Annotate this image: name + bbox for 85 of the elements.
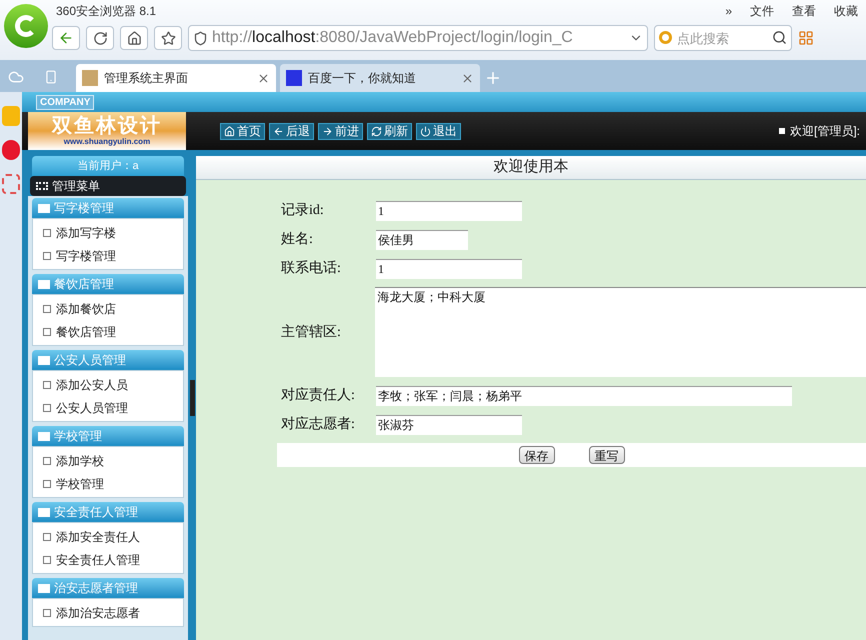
page-icon [43,456,51,464]
welcome-text: 欢迎[管理员]: [790,123,861,140]
address-field[interactable]: http://localhost:8080/JavaWebProject/login/login_C [188,25,648,51]
group-icon [38,280,50,288]
nav-button[interactable]: 首页 [220,122,265,140]
menu-item[interactable]: 添加安全责任人 [33,525,183,548]
menu-item[interactable]: 公安人员管理 [33,396,183,419]
reload-button[interactable] [86,26,114,50]
textarea-field[interactable]: 海龙大厦；中科大厦 [375,287,866,377]
tab-favicon [286,70,302,86]
nav-button[interactable]: 退出 [416,122,461,140]
arrow-left-icon [58,30,74,46]
close-icon[interactable] [257,72,270,84]
reload-icon [92,30,108,46]
menu-title-bar: 管理菜单 [30,176,186,196]
window-title: 360安全浏览器 8.1 [56,3,156,20]
page-icon [43,380,51,388]
menu-item[interactable]: 安全责任人管理 [33,548,183,571]
menu-item[interactable]: 收藏 [834,2,858,20]
field-label: 主管辖区: [281,323,342,342]
menu-item[interactable]: 文件 [750,2,774,20]
page-icon [43,328,51,336]
menu-item[interactable]: 添加餐饮店 [33,297,183,320]
back-button[interactable] [52,26,80,50]
group-icon [38,432,50,440]
input-field[interactable]: 侯佳男 [376,230,468,250]
page-icon [43,608,51,616]
input-field[interactable]: 张淑芬 [376,414,522,434]
field-label: 联系电话: [281,259,342,278]
company-label: COMPANY [36,94,94,110]
page-icon [43,252,51,260]
menu-item[interactable]: 餐饮店管理 [33,320,183,343]
nav-button[interactable]: 前进 [318,122,363,140]
menu-item[interactable]: » [725,2,732,20]
group-icon [38,508,50,516]
home-icon [224,126,235,136]
search-engine-icon [659,31,672,44]
page-icon [43,228,51,236]
field-label: 对应责任人: [281,386,356,405]
input-field[interactable]: 1 [376,200,522,220]
form-button[interactable]: 重写 [588,446,624,464]
search-field[interactable]: 点此搜索 [654,25,792,51]
favorite-button[interactable] [154,26,182,50]
nav-button[interactable]: 后退 [269,122,314,140]
page-icon [43,404,51,412]
apps-icon[interactable] [798,30,814,46]
current-user-bar: 当前用户：a [32,156,184,176]
field-label: 姓名: [281,230,314,249]
menu-item[interactable]: 添加学校 [33,449,183,472]
refresh-icon [371,126,382,136]
form-button[interactable]: 保存 [518,446,554,464]
page-title-bar: 欢迎使用本 [196,156,866,180]
browser-logo-icon [4,4,48,48]
shield-icon [193,30,208,46]
group-icon [38,204,50,212]
group-icon [38,356,50,364]
arrow-left-icon [273,126,284,136]
arrow-right-icon [322,126,333,136]
page-icon [43,304,51,312]
menu-item[interactable]: 查看 [792,2,816,20]
group-icon [38,584,50,592]
page-icon [43,532,51,540]
field-label: 记录id: [281,202,325,220]
browser-tab[interactable]: 百度一下，你就知道 [280,64,480,92]
menu-item[interactable]: 添加写字楼 [33,221,183,244]
input-field[interactable]: 1 [376,258,522,278]
browser-tab[interactable]: 管理系统主界面 [76,64,276,92]
page-icon [43,556,51,564]
bullet-icon [778,128,785,134]
home-button[interactable] [120,26,148,50]
home-icon [126,30,142,46]
field-label: 对应志愿者: [281,415,356,434]
power-icon [420,126,431,136]
tab-favicon [82,70,98,86]
collapse-handle[interactable] [190,380,194,416]
grid-icon [36,182,48,190]
menu-item[interactable]: 学校管理 [33,472,183,495]
close-icon[interactable] [461,72,474,84]
logo: 双鱼林设计 www.shuangyulin.com [28,112,186,150]
search-icon[interactable] [772,30,787,45]
page-icon [43,480,51,488]
input-field[interactable]: 李牧；张军；闫晨；杨弟平 [376,386,792,406]
menu-item[interactable]: 添加公安人员 [33,373,183,396]
nav-button[interactable]: 刷新 [367,122,412,140]
menu-item[interactable]: 写字楼管理 [33,244,183,267]
